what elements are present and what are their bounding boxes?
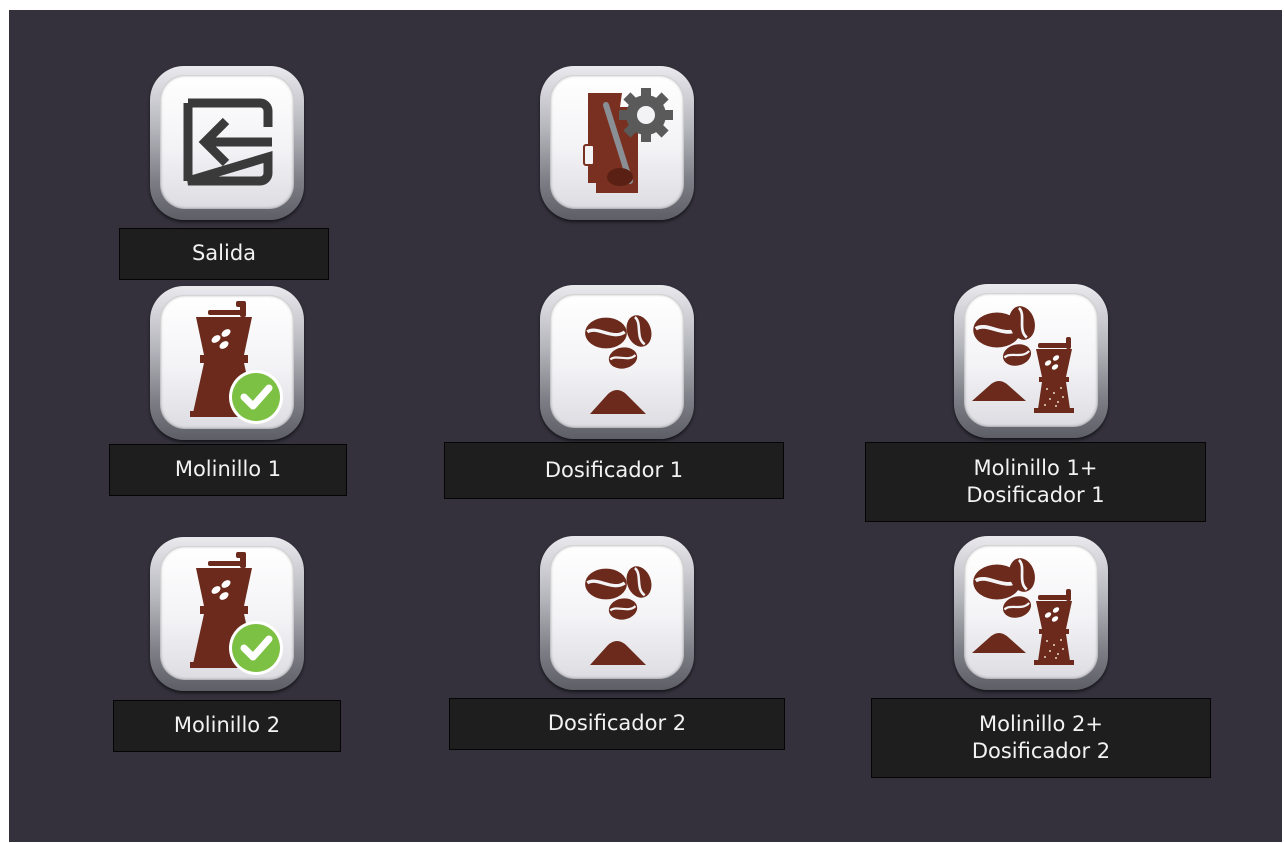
grinder-settings-button[interactable]	[540, 66, 694, 220]
coffee-beans-doser-icon	[550, 545, 684, 679]
grinder-1-button[interactable]	[150, 286, 304, 440]
grinder-doser-1-label-line1: Molinillo 1+	[973, 455, 1098, 480]
grinder-doser-2-label: Molinillo 2+ Dosificador 2	[871, 698, 1211, 778]
grinder-doser-2-button[interactable]	[954, 536, 1108, 690]
beans-grinder-doser-icon	[964, 545, 1098, 679]
grinder-2-button[interactable]	[150, 537, 304, 691]
grinder-settings-icon	[583, 88, 673, 193]
beans-grinder-doser-icon	[964, 293, 1098, 427]
grinder-menu-screen: Salida Molinillo 1 Dosificador 1 Molinil…	[9, 10, 1282, 842]
grinder-1-label: Molinillo 1	[109, 444, 347, 496]
exit-icon	[183, 98, 273, 186]
doser-1-button[interactable]	[540, 285, 694, 439]
grinder-doser-1-button[interactable]	[954, 284, 1108, 438]
grinder-doser-2-label-line1: Molinillo 2+	[979, 711, 1103, 736]
doser-2-label: Dosificador 2	[449, 698, 785, 750]
exit-label: Salida	[119, 228, 329, 280]
doser-2-button[interactable]	[540, 536, 694, 690]
grinder-doser-2-label-line2: Dosificador 2	[971, 739, 1111, 763]
grinder-doser-1-label-line2: Dosificador 1	[966, 483, 1105, 507]
grinder-2-label: Molinillo 2	[113, 700, 341, 752]
grinder-check-icon	[160, 295, 294, 429]
grinder-doser-1-label: Molinillo 1+ Dosificador 1	[865, 442, 1206, 522]
coffee-beans-doser-icon	[550, 294, 684, 428]
exit-button[interactable]	[150, 66, 304, 220]
grinder-check-icon	[160, 546, 294, 680]
doser-1-label: Dosificador 1	[444, 442, 784, 499]
